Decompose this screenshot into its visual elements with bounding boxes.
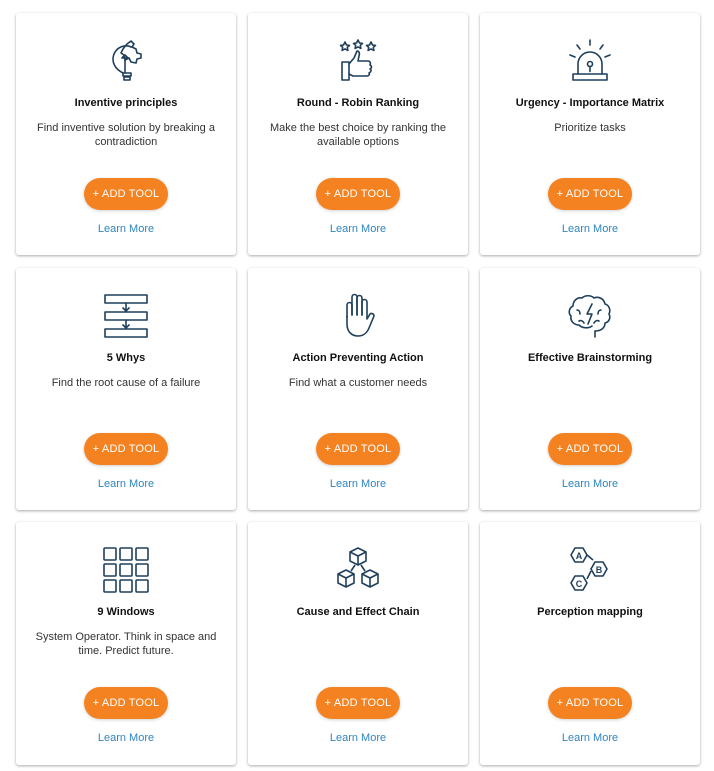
lightbulb-puzzle-icon (101, 36, 151, 86)
tool-title: Effective Brainstorming (527, 351, 653, 364)
add-tool-button[interactable]: + ADD TOOL (548, 432, 632, 465)
tool-card: Effective Brainstorming + ADD TOOL Learn… (480, 267, 700, 510)
learn-more-link[interactable]: Learn More (248, 478, 468, 490)
add-tool-button[interactable]: + ADD TOOL (84, 687, 168, 719)
add-tool-button[interactable]: + ADD TOOL (548, 687, 632, 719)
add-tool-button[interactable]: + ADD TOOL (84, 432, 168, 465)
tool-description: Find what a customer needs (288, 376, 428, 389)
tool-card: Cause and Effect Chain + ADD TOOL Learn … (248, 522, 468, 765)
learn-more-link[interactable]: Learn More (16, 478, 236, 490)
tool-description: Find the root cause of a failure (51, 376, 201, 389)
add-tool-button[interactable]: + ADD TOOL (316, 432, 400, 465)
tool-description: Find inventive solution by breaking a co… (37, 122, 215, 148)
tool-title: Urgency - Importance Matrix (515, 97, 665, 109)
tool-card: Inventive principles Find inventive solu… (16, 13, 236, 255)
nine-grid-icon (101, 545, 151, 595)
tool-card: 9 Windows System Operator. Think in spac… (16, 522, 236, 765)
add-tool-button[interactable]: + ADD TOOL (316, 687, 400, 719)
raised-hand-icon (333, 291, 383, 341)
learn-more-link[interactable]: Learn More (248, 732, 468, 744)
svg-text:C: C (576, 579, 583, 589)
tool-description: Prioritize tasks (554, 122, 626, 134)
tool-title: Cause and Effect Chain (296, 606, 420, 618)
tool-card: A B C Perception mapping + ADD TOOL Lear… (480, 522, 700, 765)
learn-more-link[interactable]: Learn More (480, 223, 700, 235)
tool-title: 9 Windows (97, 606, 155, 618)
stacked-steps-icon (101, 291, 151, 341)
learn-more-link[interactable]: Learn More (248, 223, 468, 235)
tool-title: Inventive principles (74, 97, 178, 109)
alarm-siren-icon (565, 36, 615, 86)
learn-more-link[interactable]: Learn More (16, 732, 236, 744)
learn-more-link[interactable]: Learn More (16, 223, 236, 235)
tool-card: Action Preventing Action Find what a cus… (248, 267, 468, 510)
tool-title: Perception mapping (537, 606, 643, 618)
tool-description: Make the best choice by ranking the avai… (269, 122, 447, 148)
tool-card: Round - Robin Ranking Make the best choi… (248, 13, 468, 255)
tool-title: 5 Whys (106, 351, 146, 364)
tool-title: Round - Robin Ranking (296, 97, 420, 109)
add-tool-button[interactable]: + ADD TOOL (548, 178, 632, 210)
abc-hexagons-icon: A B C (565, 545, 615, 595)
svg-text:A: A (576, 551, 583, 561)
tool-card: Urgency - Importance Matrix Prioritize t… (480, 13, 700, 255)
tools-grid: Inventive principles Find inventive solu… (16, 13, 700, 765)
learn-more-link[interactable]: Learn More (480, 478, 700, 490)
add-tool-button[interactable]: + ADD TOOL (84, 178, 168, 210)
add-tool-button[interactable]: + ADD TOOL (316, 178, 400, 210)
thumbs-up-stars-icon (333, 36, 383, 86)
cubes-chain-icon (333, 545, 383, 595)
svg-text:B: B (596, 565, 603, 575)
tool-card: 5 Whys Find the root cause of a failure … (16, 267, 236, 510)
brain-lightning-icon (565, 291, 615, 341)
tool-title: Action Preventing Action (292, 351, 424, 364)
tool-description: System Operator. Think in space and time… (35, 631, 217, 657)
learn-more-link[interactable]: Learn More (480, 732, 700, 744)
